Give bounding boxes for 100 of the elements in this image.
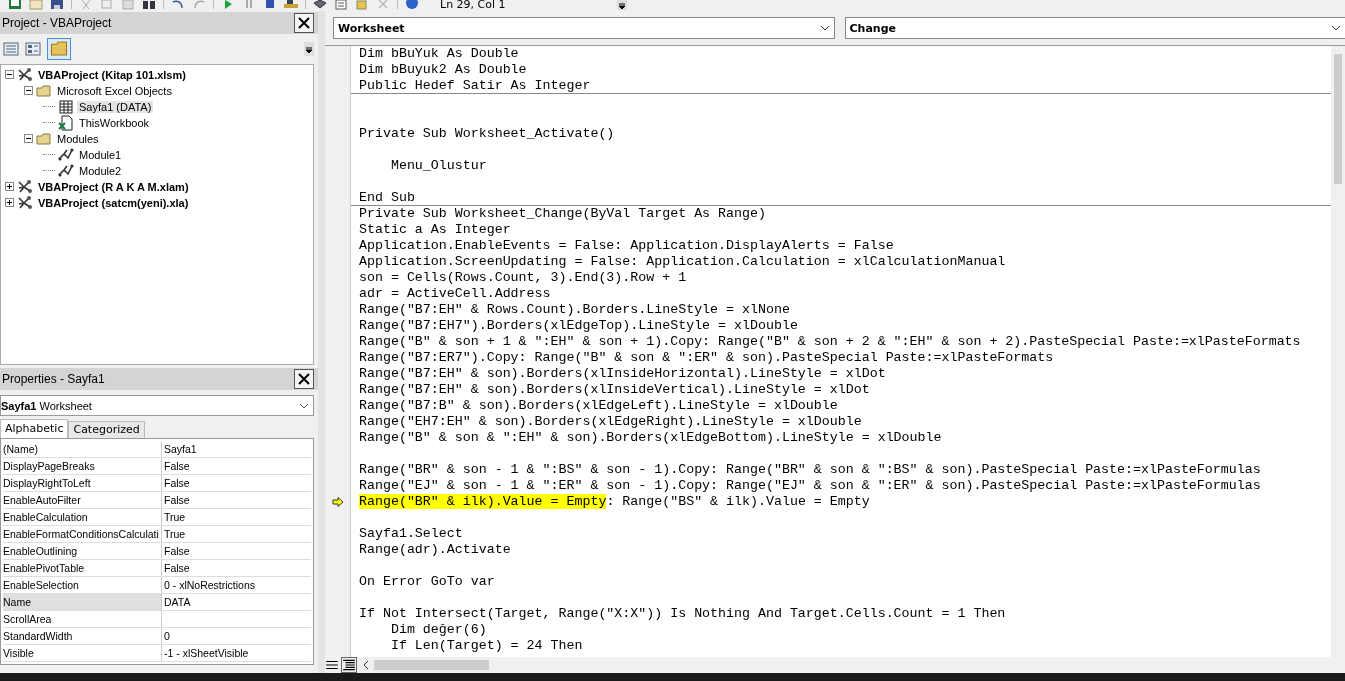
property-name[interactable]: EnableSelection [3,577,162,593]
code-line: Private Sub Worksheet_Change(ByVal Target As Range) [359,206,766,221]
property-name[interactable]: DisplayRightToLeft [3,475,162,491]
property-name[interactable]: EnableCalculation [3,509,162,525]
code-line: Range("EH7:EH" & son).Borders(xlEdgeRight).LineStyle = xlDouble [359,414,862,429]
code-line: Application.EnableEvents = False: Application.DisplayAlerts = False [359,238,894,253]
procedure-view-icon[interactable] [325,658,339,672]
tree-item[interactable]: Module2 [77,164,124,177]
toolbox-icon[interactable] [313,0,327,10]
property-name[interactable]: DisplayPageBreaks [3,458,162,474]
binoculars-icon[interactable] [142,0,156,10]
scroll-left-icon[interactable] [362,660,370,670]
grid-sheet-icon [58,98,74,115]
tree-item[interactable]: Modules [55,132,101,145]
property-name[interactable]: EnableFormatConditionsCalculati [3,526,162,542]
tree-item[interactable]: VBAProject (satcm(yeni).xla) [36,196,191,209]
code-line: Public Hedef Satir As Integer [359,78,591,93]
object-dropdown[interactable]: Sayfa1 Worksheet [0,395,314,416]
code-line: Dim bBuyuk2 As Double [359,62,527,77]
properties-list-icon[interactable] [334,0,348,10]
chevron-down-icon[interactable] [1331,25,1341,31]
property-value[interactable]: True [164,528,186,540]
property-value[interactable]: True [164,511,186,523]
property-name[interactable]: EnableOutlining [3,543,162,559]
property-value[interactable]: Sayfa1 [164,443,197,455]
tree-network-icon [17,194,33,211]
view-object-icon[interactable] [25,41,41,56]
property-value[interactable]: -1 - xlSheetVisible [164,647,249,659]
code-line: Range("BR" & ilk).Value = Empty: Range("BS" & ilk).Value = Empty [359,494,870,509]
code-line: Range("B" & son + 1 & ":EH" & son + 1).Copy: Range("B" & son + 2 & ":EH" & son + 2).PasteSpecial Paste:=xlPasteFormats [359,334,1301,349]
toggle-folders-button[interactable] [47,37,71,60]
code-line: Dim değer(6) [389,622,487,637]
tree-item[interactable]: VBAProject (Kitap 101.xlsm) [36,68,188,81]
module-icon [58,162,74,179]
code-line: Range("B7:EH" & Rows.Count).Borders.LineStyle = xlNone [359,302,790,317]
code-line: Range("B7:ER7").Copy: Range("B" & son & ":ER" & son).PasteSpecial Paste:=xlPasteFormats [359,350,1054,365]
properties-tab[interactable]: Alphabetic [0,419,69,438]
close-button[interactable] [294,369,314,390]
property-value[interactable]: False [164,477,190,489]
panel-title: Project - VBAProject [2,15,112,30]
property-value[interactable]: DATA [164,596,191,608]
panel-title: Properties - Sayfa1 [2,372,105,387]
code-line: End Sub [359,190,415,205]
folder-icon [36,130,52,147]
code-line: Application.ScreenUpdating = False: Application.Calculation = xlCalculationManual [359,254,1006,269]
code-line: Static a As Integer [359,222,511,237]
property-value[interactable]: False [164,460,190,472]
collapse-toggle[interactable] [24,134,33,144]
property-name[interactable]: Visible [3,645,162,661]
code-line: On Error GoTo var [359,574,495,589]
code-line: Private Sub Worksheet_Activate() [359,126,615,141]
tree-item[interactable]: Sayfa1 (DATA) [77,100,154,113]
code-line: Menu_Olustur [389,158,487,173]
cursor-position: Ln 29, Col 1 [440,0,507,10]
property-value[interactable]: 0 [164,630,170,642]
box-icon[interactable] [355,0,369,10]
help-icon[interactable] [405,0,419,10]
close-button[interactable] [294,12,314,33]
tree-item[interactable]: ThisWorkbook [77,116,152,129]
chevron-down-icon[interactable] [299,402,309,409]
code-line: adr = ActiveCell.Address [359,286,551,301]
collapse-toggle[interactable] [5,70,14,80]
property-name[interactable]: EnablePivotTable [3,560,162,576]
properties-tab[interactable]: Categorized [68,421,145,438]
tree-item[interactable]: Module1 [77,148,124,161]
code-line: Range("B7:B" & son).Borders(xlEdgeLeft).LineStyle = xlDouble [359,398,838,413]
code-line: Range("BR" & son - 1 & ":BS" & son - 1).Copy: Range("BR" & son & ":BS" & son).PasteSpecial Paste:=xlPasteFormulas [359,462,1261,477]
document-icon [58,114,74,131]
collapse-toggle[interactable] [24,86,33,96]
procedure-dropdown[interactable]: Change [844,17,1345,39]
ruler-icon[interactable] [284,0,298,10]
code-line: Sayfa1.Select [359,526,463,541]
tree-network-icon [17,66,33,83]
tree-item[interactable]: Microsoft Excel Objects [55,84,174,97]
code-line: Range("B7:EH" & son).Borders(xlInsideHorizontal).LineStyle = xlDot [359,366,886,381]
expand-toggle[interactable] [5,182,14,192]
tree-network-icon [17,178,33,195]
property-value[interactable]: 0 - xlNoRestrictions [164,579,256,591]
property-value[interactable]: False [164,494,190,506]
object-dropdown[interactable]: Worksheet [333,17,835,39]
scroll-down-icon[interactable] [304,41,314,56]
expand-toggle[interactable] [5,198,14,208]
property-value[interactable]: False [164,562,190,574]
property-name[interactable]: (Name) [3,441,162,457]
code-line: Range("B7:EH7").Borders(xlEdgeTop).LineStyle = xlDouble [359,318,798,333]
property-name[interactable]: StandardWidth [3,628,162,644]
stop-icon[interactable] [263,0,277,10]
toolbar-overflow-icon[interactable] [617,0,627,10]
property-name[interactable]: ScrollArea [3,611,162,627]
code-line: Range("B" & son & ":EH" & son).Borders(xlEdgeBottom).LineStyle = xlDouble [359,430,942,445]
property-name[interactable]: EnableAutoFilter [3,492,162,508]
code-line: Dim bBuYuk As Double [359,46,519,61]
spreadsheet-icon[interactable] [8,0,22,10]
chevron-down-icon[interactable] [819,25,830,31]
code-line: Range("EJ" & son - 1 & ":ER" & son - 1).Copy: Range("EJ" & son & ":ER" & son).PasteSpecial Paste:=xlPasteFormulas [359,478,1261,493]
full-module-view-icon[interactable] [341,657,357,673]
code-line: son = Cells(Rows.Count, 3).End(3).Row + 1 [359,270,687,285]
property-value[interactable]: False [164,545,190,557]
tree-item[interactable]: VBAProject (R A K A M.xlam) [36,180,191,193]
vertical-scrollbar[interactable] [1331,46,1345,657]
